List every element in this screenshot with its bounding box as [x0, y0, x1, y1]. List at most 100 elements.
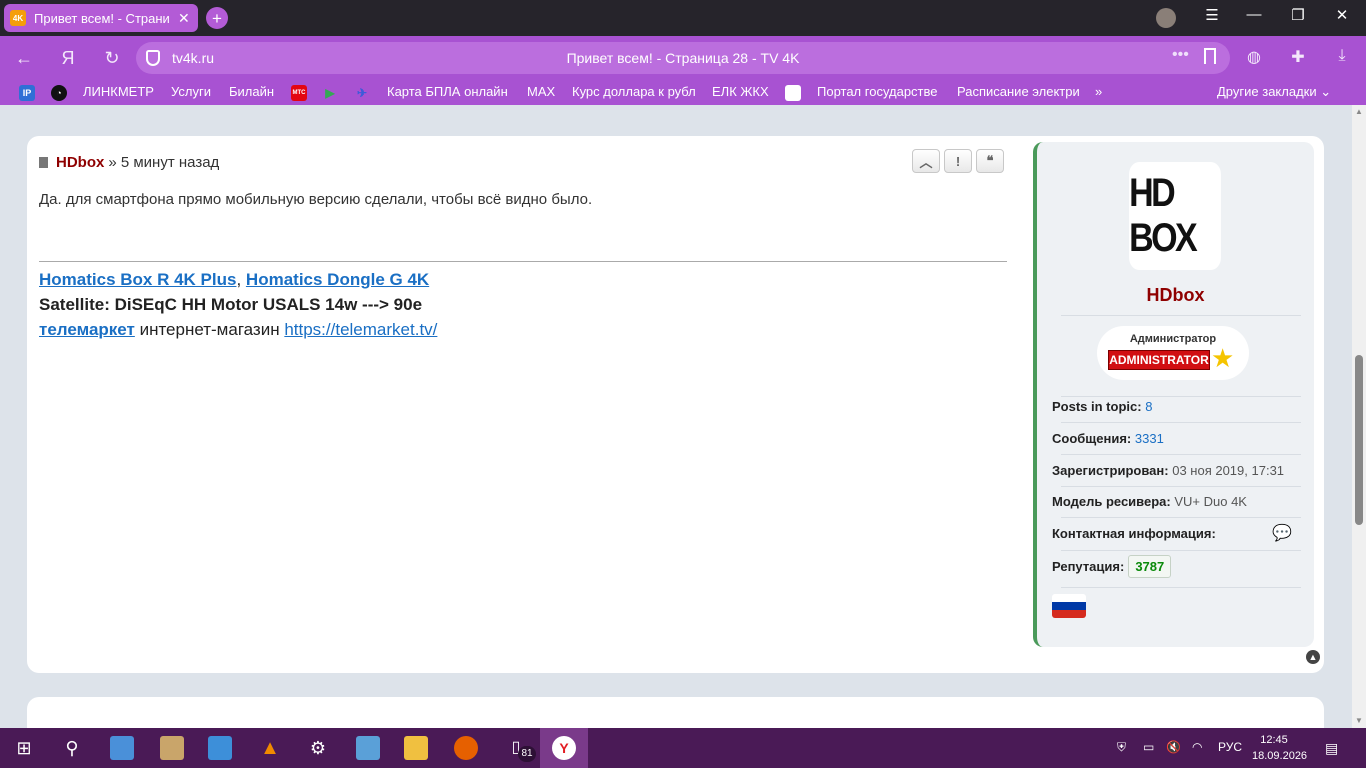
- bookmark-bpla-map[interactable]: Карта БПЛА онлайн: [387, 84, 511, 99]
- clock-date: 18.09.2026: [1252, 750, 1308, 762]
- registered-date: Зарегистрирован: 03 ноя 2019, 17:31: [1052, 463, 1285, 478]
- profile-divider: [1061, 396, 1301, 397]
- star-icon: ★: [1211, 343, 1235, 373]
- contact-info-label: Контактная информация:: [1052, 526, 1216, 541]
- control-panel-icon[interactable]: [356, 736, 380, 760]
- profile-username[interactable]: HDbox: [1037, 285, 1314, 306]
- next-post: [27, 697, 1324, 728]
- signature-url[interactable]: https://telemarket.tv/: [284, 320, 437, 339]
- wifi-icon[interactable]: ◠: [1192, 740, 1202, 754]
- administrator-badge: ADMINISTRATOR: [1108, 350, 1210, 370]
- quote-button[interactable]: ❝: [976, 149, 1004, 173]
- app-icon-2[interactable]: [160, 736, 184, 760]
- file-explorer-icon[interactable]: [404, 736, 428, 760]
- bookmark-max[interactable]: MAX: [527, 84, 555, 99]
- bookmark-icon[interactable]: [1204, 48, 1216, 64]
- title-bar: 4K Привет всем! - Страни ✕ + ☰ — ❐ ✕: [0, 0, 1366, 36]
- page-content: HDbox » 5 минут назад ︿ ! ❝ Да. для смар…: [0, 105, 1352, 728]
- minimize-button[interactable]: —: [1242, 6, 1266, 23]
- notifications-icon[interactable]: ▤: [1325, 740, 1338, 757]
- bookmark-uslugi[interactable]: Услуги: [171, 84, 211, 99]
- browser-tab[interactable]: 4K Привет всем! - Страни ✕: [4, 4, 198, 32]
- back-to-top-icon[interactable]: ▲: [1306, 650, 1320, 664]
- ip-bookmark-icon[interactable]: IP: [19, 85, 35, 101]
- vlc-icon[interactable]: ▲: [258, 736, 282, 760]
- profile-divider: [1061, 422, 1301, 423]
- posts-in-topic: Posts in topic: 8: [1052, 399, 1153, 414]
- download-icon[interactable]: ⤓: [1331, 47, 1353, 65]
- omnibox[interactable]: tv4k.ru Привет всем! - Страница 28 - TV …: [136, 42, 1230, 74]
- scroll-up-button[interactable]: ︿: [912, 149, 940, 173]
- close-tab-icon[interactable]: ✕: [178, 10, 190, 27]
- more-bookmarks-icon[interactable]: »: [1095, 84, 1102, 99]
- address-bar: ← Я ↻ tv4k.ru Привет всем! - Страница 28…: [0, 36, 1366, 80]
- new-tab-button[interactable]: +: [206, 7, 228, 29]
- more-icon[interactable]: •••: [1172, 46, 1189, 64]
- taskbar: ⊞ ⚲ ▲ ⚙ ▯ 81 Y ⛨ ▭ 🔇 ◠ РУС 12:45 18.09.2…: [0, 728, 1366, 768]
- volume-icon[interactable]: 🔇: [1166, 740, 1181, 754]
- profile-divider: [1061, 587, 1301, 588]
- messages-count: Сообщения: 3331: [1052, 431, 1164, 446]
- paint-icon[interactable]: [208, 736, 232, 760]
- site-favicon: 4K: [10, 10, 26, 26]
- signature-satellite: Satellite: DiSEqC HH Motor USALS 14w ---…: [39, 295, 423, 314]
- shield-tray-icon[interactable]: ⛨: [1117, 740, 1126, 755]
- globe-icon[interactable]: ◍: [1243, 47, 1265, 67]
- receiver-model: Модель ресивера: VU+ Duo 4K: [1052, 494, 1247, 509]
- scroll-down-arrow[interactable]: ▼: [1352, 714, 1366, 728]
- bookmark-beeline[interactable]: Билайн: [229, 84, 274, 99]
- bookmarks-bar: IP ◔ ЛИНКМЕТР Услуги Билайн МТС ▶ ✈ Карт…: [0, 80, 1366, 105]
- search-icon[interactable]: ⚲: [60, 736, 84, 760]
- scroll-up-arrow[interactable]: ▲: [1352, 105, 1366, 119]
- bookmark-elk-zhkh[interactable]: ЕЛК ЖКХ: [712, 84, 769, 99]
- other-bookmarks[interactable]: Другие закладки ⌄: [1217, 84, 1331, 100]
- menu-icon[interactable]: ☰: [1200, 6, 1224, 24]
- signature: Homatics Box R 4K Plus, Homatics Dongle …: [39, 270, 438, 339]
- signature-link-telemarket[interactable]: телемаркет: [39, 320, 135, 339]
- close-window-button[interactable]: ✕: [1330, 6, 1354, 24]
- gosuslugi-icon[interactable]: [785, 85, 801, 101]
- post-text: Да. для смартфона прямо мобильную версию…: [39, 191, 593, 208]
- post-time: » 5 минут назад: [108, 154, 220, 171]
- reputation-value: 3787: [1128, 555, 1172, 578]
- back-button[interactable]: ←: [12, 46, 36, 70]
- bookmark-linkmetr[interactable]: ЛИНКМЕТР: [83, 84, 154, 99]
- language-indicator[interactable]: РУС: [1218, 740, 1242, 754]
- profile-avatar[interactable]: [1156, 8, 1176, 28]
- app-icon-1[interactable]: [110, 736, 134, 760]
- user-avatar-logo[interactable]: HD BOX: [1129, 162, 1221, 270]
- signature-link-homatics-box[interactable]: Homatics Box R 4K Plus: [39, 270, 236, 289]
- post-header: HDbox » 5 минут назад: [39, 154, 219, 171]
- forum-post: HDbox » 5 минут назад ︿ ! ❝ Да. для смар…: [27, 136, 1324, 673]
- settings-gear-icon[interactable]: ⚙: [306, 736, 330, 760]
- scroll-thumb[interactable]: [1355, 355, 1363, 525]
- linkmeter-icon: ◔: [51, 85, 67, 101]
- clock[interactable]: 12:45 18.09.2026: [1252, 732, 1308, 764]
- extensions-icon[interactable]: ✚: [1287, 47, 1309, 67]
- post-author[interactable]: HDbox: [56, 154, 104, 171]
- russia-flag-icon: [1052, 594, 1086, 618]
- firefox-icon[interactable]: [454, 736, 478, 760]
- reputation: Репутация: 3787: [1052, 555, 1172, 578]
- plane-icon[interactable]: ✈: [354, 85, 370, 101]
- yandex-icon[interactable]: Я: [56, 46, 80, 70]
- signature-divider: [39, 261, 1007, 262]
- report-button[interactable]: !: [944, 149, 972, 173]
- reload-button[interactable]: ↻: [100, 46, 124, 70]
- windows-start-icon[interactable]: ⊞: [12, 736, 36, 760]
- yandex-browser-icon[interactable]: Y: [552, 736, 576, 760]
- play-market-icon[interactable]: ▶: [322, 85, 338, 101]
- signature-link-homatics-dongle[interactable]: Homatics Dongle G 4K: [246, 270, 429, 289]
- bookmark-gov-portal[interactable]: Портал государстве: [817, 84, 941, 99]
- post-icon: [39, 157, 48, 168]
- battery-app-badge: 81: [518, 746, 536, 762]
- profile-divider: [1061, 486, 1301, 487]
- bookmark-train-schedule[interactable]: Расписание электри: [957, 84, 1081, 99]
- clock-time: 12:45: [1260, 734, 1288, 746]
- chat-icon[interactable]: 💬: [1272, 523, 1292, 543]
- mts-bookmark-icon[interactable]: МТС: [291, 85, 307, 101]
- battery-icon[interactable]: ▭: [1143, 740, 1154, 754]
- bookmark-dollar-rate[interactable]: Курс доллара к рубл: [572, 84, 696, 99]
- page-scrollbar[interactable]: ▲ ▼: [1352, 105, 1366, 728]
- restore-button[interactable]: ❐: [1286, 6, 1310, 24]
